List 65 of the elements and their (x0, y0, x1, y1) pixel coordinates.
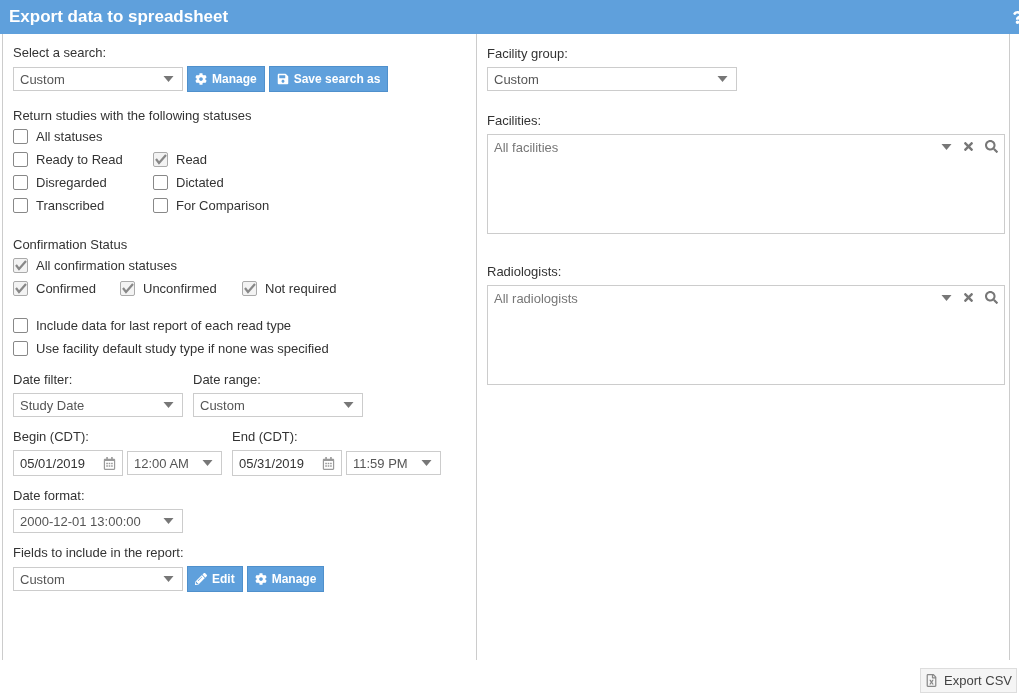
spreadsheet-file-icon (925, 674, 939, 687)
checkbox[interactable]: Include data for last report of each read type (13, 318, 292, 333)
multiselect-field[interactable]: All facilities (487, 134, 1005, 234)
caret-icon (163, 402, 174, 408)
checkbox[interactable]: Transcribed (13, 198, 153, 213)
time-dropdown[interactable]: 11:59 PM (346, 451, 441, 475)
calendar-icon (322, 456, 335, 470)
search-dropdown[interactable]: Custom (13, 67, 183, 91)
checkbox[interactable]: Ready to Read (13, 152, 153, 167)
multiselect-field[interactable]: All radiologists (487, 285, 1005, 385)
caret-icon (202, 460, 213, 466)
field-label: Date format: (13, 488, 86, 503)
pencil-icon (195, 573, 207, 585)
check-icon (14, 283, 27, 294)
field-label: Date filter: (13, 372, 74, 387)
date-format-dropdown[interactable]: 2000-12-01 13:00:00 (13, 509, 183, 533)
gear-icon (254, 573, 267, 585)
checkbox[interactable]: Dictated (153, 175, 224, 190)
checkbox[interactable]: All statuses (13, 129, 103, 144)
field-label: Date range: (193, 372, 262, 387)
caret-icon (421, 460, 432, 466)
check-icon (154, 154, 167, 165)
caret-icon (941, 294, 952, 301)
time-dropdown[interactable]: 12:00 AM (127, 451, 222, 475)
gear-icon (195, 73, 207, 85)
field-label: End (CDT): (232, 429, 299, 444)
caret-icon (163, 576, 174, 582)
facility-group-dropdown[interactable]: Custom (487, 67, 737, 91)
search-icon[interactable] (985, 291, 998, 304)
section-heading: Confirmation Status (13, 237, 129, 252)
caret-icon (343, 402, 354, 408)
date-field[interactable]: 05/31/2019 (232, 450, 342, 476)
field-label: Select a search: (13, 45, 108, 60)
check-icon (121, 283, 134, 294)
checkbox[interactable]: All confirmation statuses (13, 258, 177, 273)
close-icon[interactable] (962, 140, 975, 153)
field-label: Radiologists: (487, 264, 563, 279)
close-icon[interactable] (962, 291, 975, 304)
checkbox[interactable]: Read (153, 152, 208, 167)
field-label: Facilities: (487, 113, 543, 128)
field-label: Begin (CDT): (13, 429, 90, 444)
field-label: Fields to include in the report: (13, 545, 185, 560)
calendar-icon (103, 456, 116, 470)
section-heading: Return studies with the following statuses (13, 108, 253, 123)
caret-icon (941, 143, 952, 150)
search-icon[interactable] (985, 140, 998, 153)
date-field[interactable]: 05/01/2019 (13, 450, 123, 476)
window-title: Export data to spreadsheet (9, 7, 229, 27)
save-icon (276, 73, 289, 85)
caret-icon (163, 76, 174, 82)
caret-icon (163, 518, 174, 524)
fields-dropdown[interactable]: Custom (13, 567, 183, 591)
checkbox[interactable]: Not required (242, 281, 337, 296)
checkbox[interactable]: Use facility default study type if none was specified (13, 341, 329, 356)
check-icon (14, 260, 27, 271)
checkbox[interactable]: Confirmed (13, 281, 120, 296)
export-csv-button[interactable]: Export CSV (920, 668, 1017, 693)
date-filter-dropdown[interactable]: Study Date (13, 393, 183, 417)
check-icon (243, 283, 256, 294)
date-range-dropdown[interactable]: Custom (193, 393, 363, 417)
caret-icon (717, 76, 728, 82)
checkbox[interactable]: Disregarded (13, 175, 153, 190)
checkbox[interactable]: Unconfirmed (120, 281, 242, 296)
checkbox[interactable]: For Comparison (153, 198, 270, 213)
field-label: Facility group: (487, 46, 569, 61)
